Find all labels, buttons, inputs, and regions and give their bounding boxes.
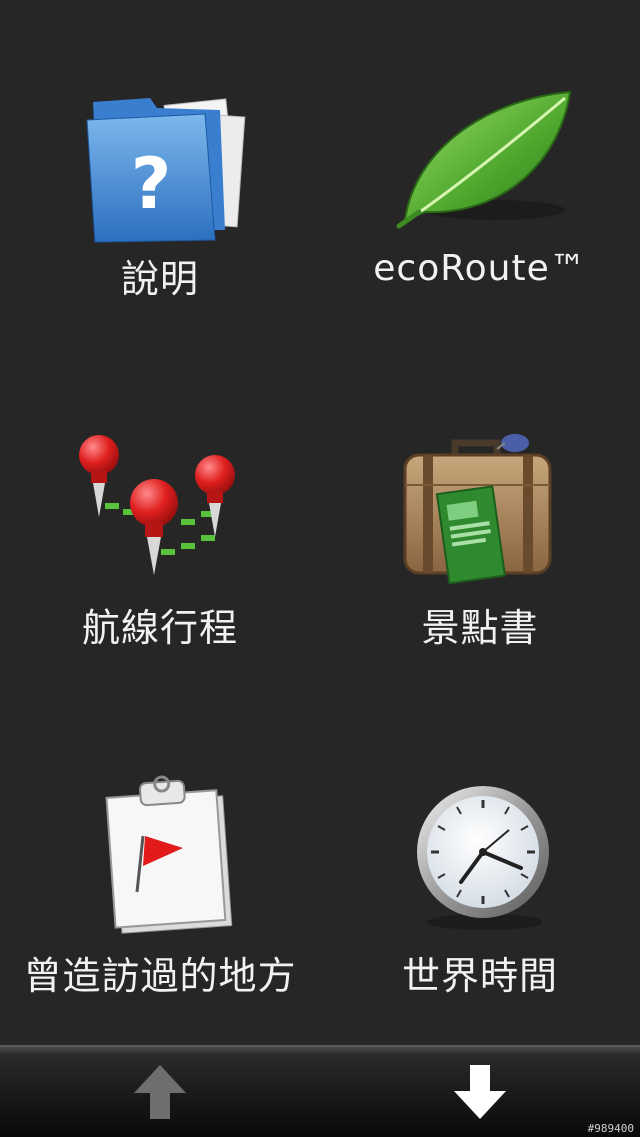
menu-grid: ? 說明 ecoRoute™ 航線行程 景點書 曾造訪過的地方 世界時間	[0, 0, 640, 1040]
menu-item-label: ecoRoute™	[373, 248, 587, 289]
arrow-up-icon	[134, 1065, 186, 1119]
suitcase-guidebook-icon	[385, 425, 575, 595]
help-folder-icon: ?	[65, 80, 255, 250]
svg-text:?: ?	[131, 143, 172, 225]
menu-item-label: 世界時間	[401, 954, 558, 998]
leaf-icon	[385, 80, 575, 250]
menu-item-label: 景點書	[421, 606, 539, 650]
menu-item-trip-planner[interactable]: 航線行程	[0, 415, 320, 755]
menu-item-help[interactable]: ? 說明	[0, 70, 320, 410]
bottom-nav-bar: #989400	[0, 1045, 640, 1137]
menu-item-label: 曾造訪過的地方	[23, 954, 297, 998]
scroll-up-button[interactable]	[120, 1057, 200, 1127]
menu-item-ecoroute[interactable]: ecoRoute™	[320, 70, 640, 410]
menu-item-label: 說明	[120, 257, 199, 301]
route-pins-icon	[65, 425, 255, 595]
watermark-text: #989400	[587, 1122, 634, 1135]
menu-item-travel-guide[interactable]: 景點書	[320, 415, 640, 755]
scroll-down-button[interactable]	[440, 1057, 520, 1127]
arrow-down-icon	[454, 1065, 506, 1119]
clock-icon	[385, 770, 575, 940]
menu-item-label: 航線行程	[81, 606, 238, 650]
app-screen: ? 說明 ecoRoute™ 航線行程 景點書 曾造訪過的地方 世界時間 #98…	[0, 0, 640, 1137]
clipboard-flag-icon	[65, 770, 255, 940]
